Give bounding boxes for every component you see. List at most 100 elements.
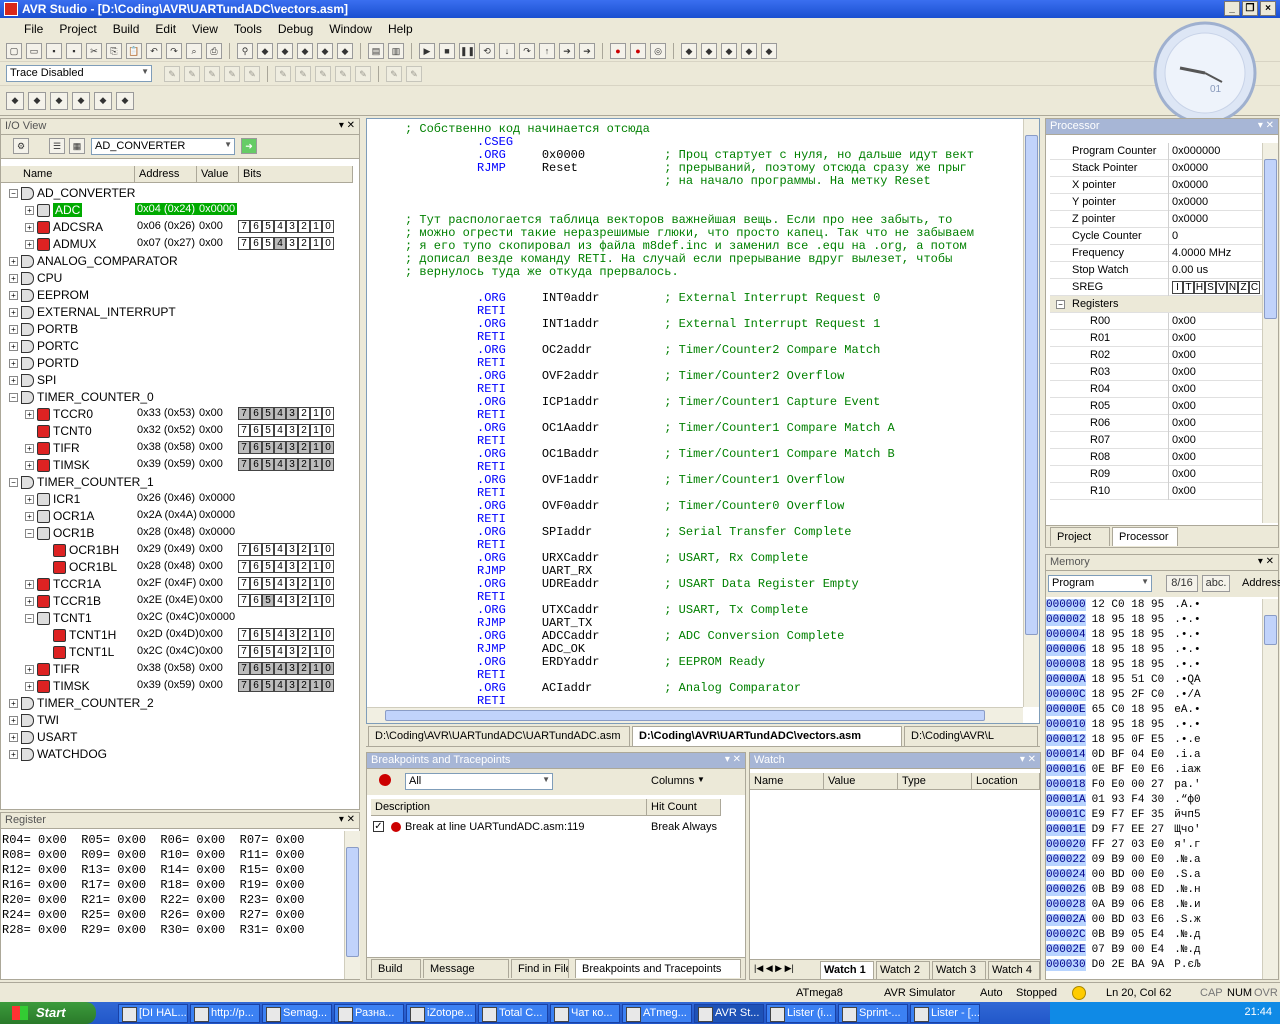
tp-a-icon[interactable]: ✎ — [386, 65, 402, 82]
quickwatch-icon[interactable]: ◎ — [650, 42, 666, 59]
io-tree-row[interactable]: + WATCHDOG — [1, 746, 353, 763]
bit-cell[interactable]: 6 — [250, 441, 262, 454]
watch-col[interactable]: Name — [750, 773, 824, 790]
processor-row[interactable]: Z pointer 0x0000 — [1050, 211, 1262, 228]
bit-cell[interactable]: 0 — [322, 407, 334, 420]
bp-col-hitcount[interactable]: Hit Count — [647, 799, 721, 816]
io-module-combo[interactable]: AD_CONVERTER — [91, 138, 235, 155]
taskbar-button[interactable]: [DI HAL... — [118, 1004, 188, 1023]
processor-row[interactable]: R04 0x00 — [1050, 381, 1262, 398]
grid-icon[interactable]: ◆ — [116, 91, 134, 110]
bit-cell[interactable]: 4 — [274, 679, 286, 692]
bit-cell[interactable]: 0 — [322, 628, 334, 641]
checkbox-icon[interactable]: ✓ — [373, 821, 384, 832]
io-tree-row[interactable]: + TCCR0 0x33 (0x53) 0x00 7 6 5 4 3 2 1 0 — [1, 406, 353, 423]
menu-file[interactable]: File — [16, 22, 51, 36]
indent-icon[interactable]: ◆ — [317, 42, 333, 59]
memory-row[interactable]: 000020 FF 27 03 E0 я'.г — [1046, 839, 1201, 854]
memory-row[interactable]: 000022 09 B9 00 E0 .№.a — [1046, 854, 1201, 869]
processor-row[interactable]: Registers − — [1050, 296, 1262, 313]
bp-col-description[interactable]: Description — [371, 799, 647, 816]
sreg-flag[interactable]: V — [1216, 281, 1227, 294]
trace-1-icon[interactable]: ✎ — [164, 65, 180, 82]
bit-cell[interactable]: 1 — [310, 628, 322, 641]
collapse-icon[interactable]: − — [9, 478, 18, 487]
close-button[interactable]: × — [1260, 1, 1276, 16]
bit-cell[interactable]: 0 — [322, 594, 334, 607]
memory-row[interactable]: 000018 F0 E0 00 27 pa.' — [1046, 779, 1201, 794]
print-icon[interactable]: ⎙ — [206, 42, 222, 59]
breakpoint-row[interactable]: ✓ Break at line UARTundADC.asm:119 Break… — [373, 820, 733, 836]
sreg-flag[interactable]: N — [1227, 281, 1238, 294]
taskbar-button[interactable]: Lister - [... — [910, 1004, 980, 1023]
bit-cell[interactable]: 3 — [286, 628, 298, 641]
bit-cell[interactable]: 5 — [262, 458, 274, 471]
circle-icon[interactable]: ◆ — [50, 91, 68, 110]
io-tree-row[interactable]: + PORTC — [1, 338, 353, 355]
memory-row[interactable]: 00002E 07 B9 00 E4 .№.д — [1046, 944, 1201, 959]
check-icon[interactable]: ◆ — [72, 91, 90, 110]
expand-icon[interactable]: + — [9, 359, 18, 368]
bit-cell[interactable]: 4 — [274, 458, 286, 471]
bit-cell[interactable]: 3 — [286, 220, 298, 233]
menu-help[interactable]: Help — [380, 22, 421, 36]
refresh-icon[interactable]: ◆ — [94, 91, 112, 110]
view-processor-icon[interactable]: ◆ — [681, 42, 697, 59]
bit-cell[interactable]: 3 — [286, 645, 298, 658]
bit-cell[interactable]: 3 — [286, 543, 298, 556]
bit-cell[interactable]: 2 — [298, 237, 310, 250]
trace-combo[interactable]: Trace Disabled — [6, 65, 152, 82]
bit-cell[interactable]: 7 — [238, 560, 250, 573]
bit-cell[interactable]: 7 — [238, 543, 250, 556]
menu-window[interactable]: Window — [321, 22, 380, 36]
editor-tab[interactable]: D:\Coding\AVR\L — [904, 726, 1038, 746]
bit-cell[interactable]: 2 — [298, 220, 310, 233]
bit-cell[interactable]: 5 — [262, 560, 274, 573]
step-over-icon[interactable]: ↷ — [519, 42, 535, 59]
memory-row[interactable]: 000028 0A B9 06 E8 .№.и — [1046, 899, 1201, 914]
watch-tab[interactable]: Watch 3 — [932, 961, 986, 979]
trace-avr-icon[interactable]: ✎ — [295, 65, 311, 82]
editor-tab[interactable]: D:\Coding\AVR\UARTundADC\UARTundADC.asm — [368, 726, 630, 746]
bit-cell[interactable]: 2 — [298, 407, 310, 420]
panel-close-icon[interactable]: ▾ ✕ — [339, 814, 355, 825]
editor-tab[interactable]: D:\Coding\AVR\UARTundADC\vectors.asm — [632, 726, 902, 746]
memory-row[interactable]: 000008 18 95 18 95 .•.• — [1046, 659, 1201, 674]
clear-bp-icon[interactable]: ● — [630, 42, 646, 59]
processor-row[interactable]: R09 0x00 — [1050, 466, 1262, 483]
stop-icon[interactable]: ■ — [439, 42, 455, 59]
editor-hscrollbar[interactable] — [367, 707, 1023, 723]
taskbar-button[interactable]: Lister (i... — [766, 1004, 836, 1023]
processor-row[interactable]: R03 0x00 — [1050, 364, 1262, 381]
memory-row[interactable]: 00001A 01 93 F4 30 .“ф0 — [1046, 794, 1201, 809]
menu-view[interactable]: View — [184, 22, 226, 36]
bit-cell[interactable]: 0 — [322, 662, 334, 675]
outdent-icon[interactable]: ◆ — [337, 42, 353, 59]
bit-cell[interactable]: 5 — [262, 645, 274, 658]
run-to-cursor-icon[interactable]: ➔ — [559, 42, 575, 59]
memory-row[interactable]: 00000E 65 C0 18 95 eA.• — [1046, 704, 1201, 719]
io-tree-row[interactable]: − TCNT1 0x2C (0x4C) 0x0000 — [1, 610, 353, 627]
memory-row[interactable]: 000030 D0 2E BA 9A P.єЉ — [1046, 959, 1201, 974]
bit-cell[interactable]: 3 — [286, 594, 298, 607]
io-col-bits[interactable]: Bits — [239, 166, 353, 183]
taskbar-button[interactable]: http://p... — [190, 1004, 260, 1023]
watch-tab[interactable]: Watch 2 — [876, 961, 930, 979]
expand-icon[interactable]: + — [25, 240, 34, 249]
bit-cell[interactable]: 7 — [238, 441, 250, 454]
bit-cell[interactable]: 7 — [238, 407, 250, 420]
expand-icon[interactable]: + — [25, 597, 34, 606]
bit-cell[interactable]: 2 — [298, 441, 310, 454]
processor-row[interactable]: Frequency 4.0000 MHz — [1050, 245, 1262, 262]
trace-x-icon[interactable]: ✎ — [315, 65, 331, 82]
io-tree-row[interactable]: − AD_CONVERTER — [1, 185, 353, 202]
memory-row[interactable]: 00000C 18 95 2F C0 .•/A — [1046, 689, 1201, 704]
trace-5-icon[interactable]: ✎ — [244, 65, 260, 82]
bit-cell[interactable]: 4 — [274, 441, 286, 454]
taskbar-button[interactable]: iZotope... — [406, 1004, 476, 1023]
bit-cell[interactable]: 2 — [298, 543, 310, 556]
io-col-name[interactable]: Name — [1, 166, 135, 183]
step-into-icon[interactable]: ↓ — [499, 42, 515, 59]
new-file-icon[interactable]: ▢ — [6, 42, 22, 59]
expand-icon[interactable]: + — [9, 376, 18, 385]
